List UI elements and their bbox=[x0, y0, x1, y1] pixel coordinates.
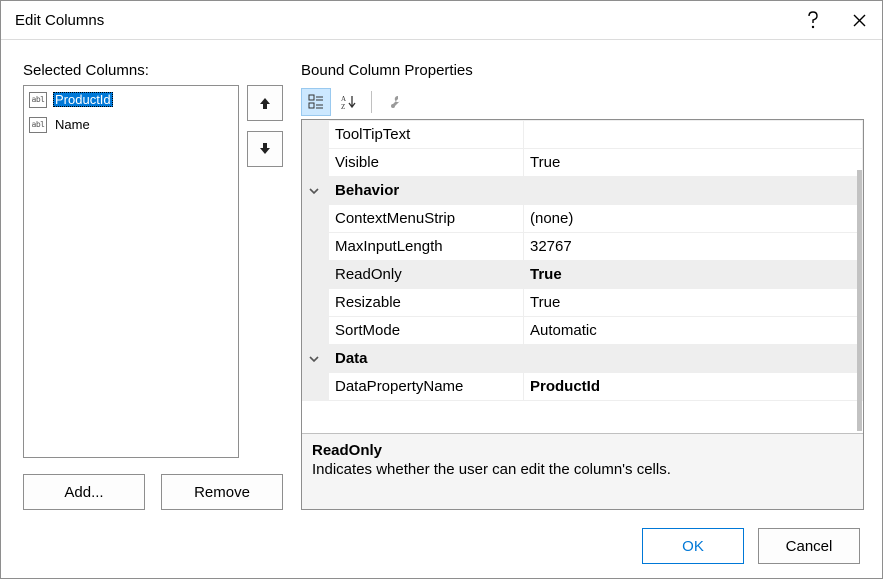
property-name: DataPropertyName bbox=[329, 373, 524, 401]
column-item-label: Name bbox=[53, 117, 92, 132]
category-behavior[interactable]: Behavior bbox=[303, 177, 863, 205]
property-value[interactable]: (none) bbox=[524, 205, 863, 233]
close-icon bbox=[853, 14, 866, 27]
property-row-contextmenustrip[interactable]: ContextMenuStrip(none) bbox=[303, 205, 863, 233]
property-row-maxinputlength[interactable]: MaxInputLength32767 bbox=[303, 233, 863, 261]
move-up-button[interactable] bbox=[247, 85, 283, 121]
chevron-down-icon bbox=[309, 354, 319, 364]
chevron-down-icon bbox=[309, 186, 319, 196]
selected-columns-label: Selected Columns: bbox=[23, 62, 283, 79]
property-name: MaxInputLength bbox=[329, 233, 524, 261]
sort-az-icon: A Z bbox=[340, 94, 356, 110]
property-row-resizable[interactable]: ResizableTrue bbox=[303, 289, 863, 317]
remove-button[interactable]: Remove bbox=[161, 474, 283, 510]
property-name: ReadOnly bbox=[329, 261, 524, 289]
selected-columns-listbox[interactable]: abl ProductId abl Name bbox=[23, 85, 239, 458]
column-item-productid[interactable]: abl ProductId bbox=[25, 87, 237, 112]
column-item-label: ProductId bbox=[53, 92, 113, 107]
textbox-column-icon: abl bbox=[29, 117, 47, 133]
help-icon bbox=[806, 11, 820, 29]
help-button[interactable] bbox=[790, 1, 836, 39]
move-down-button[interactable] bbox=[247, 131, 283, 167]
categorized-icon bbox=[308, 94, 324, 110]
cancel-button[interactable]: Cancel bbox=[758, 528, 860, 564]
property-grid[interactable]: ToolTipTextVisibleTrueBehaviorContextMen… bbox=[302, 120, 863, 433]
property-name: Visible bbox=[329, 149, 524, 177]
toolbar-separator bbox=[371, 91, 372, 113]
property-row-datapropertyname[interactable]: DataPropertyNameProductId bbox=[303, 373, 863, 401]
column-item-name[interactable]: abl Name bbox=[25, 112, 237, 137]
property-name: ToolTipText bbox=[329, 121, 524, 149]
arrow-up-icon bbox=[258, 96, 272, 110]
ok-button[interactable]: OK bbox=[642, 528, 744, 564]
propertygrid-toolbar: A Z bbox=[301, 85, 864, 119]
property-value[interactable]: 32767 bbox=[524, 233, 863, 261]
property-value[interactable]: True bbox=[524, 149, 863, 177]
add-button[interactable]: Add... bbox=[23, 474, 145, 510]
property-row-readonly[interactable]: ReadOnlyTrue bbox=[303, 261, 863, 289]
categorized-view-button[interactable] bbox=[301, 88, 331, 116]
category-label: Data bbox=[329, 345, 863, 373]
arrow-down-icon bbox=[258, 142, 272, 156]
property-row-sortmode[interactable]: SortModeAutomatic bbox=[303, 317, 863, 345]
close-button[interactable] bbox=[836, 1, 882, 39]
property-row-visible[interactable]: VisibleTrue bbox=[303, 149, 863, 177]
property-value[interactable]: ProductId bbox=[524, 373, 863, 401]
property-pages-button[interactable] bbox=[380, 88, 410, 116]
property-description-pane: ReadOnly Indicates whether the user can … bbox=[302, 433, 863, 509]
property-value[interactable]: True bbox=[524, 261, 863, 289]
property-value[interactable] bbox=[524, 121, 863, 149]
property-row-tooltiptext[interactable]: ToolTipText bbox=[303, 121, 863, 149]
properties-heading: Bound Column Properties bbox=[301, 62, 864, 79]
property-value[interactable]: Automatic bbox=[524, 317, 863, 345]
property-name: Resizable bbox=[329, 289, 524, 317]
property-name: ContextMenuStrip bbox=[329, 205, 524, 233]
expand-toggle[interactable] bbox=[303, 177, 329, 205]
category-data[interactable]: Data bbox=[303, 345, 863, 373]
svg-text:A: A bbox=[341, 95, 346, 103]
property-value[interactable]: True bbox=[524, 289, 863, 317]
titlebar: Edit Columns bbox=[1, 1, 882, 40]
category-label: Behavior bbox=[329, 177, 863, 205]
selected-columns-panel: Selected Columns: abl ProductId abl Name Ad… bbox=[23, 62, 283, 510]
description-text: Indicates whether the user can edit the … bbox=[312, 461, 853, 478]
property-name: SortMode bbox=[329, 317, 524, 345]
window-title: Edit Columns bbox=[15, 12, 104, 29]
scrollbar-thumb[interactable] bbox=[857, 170, 862, 431]
properties-panel: Bound Column Properties A Z bbox=[301, 62, 864, 510]
wrench-icon bbox=[387, 94, 403, 110]
edit-columns-dialog: Edit Columns Selected Columns: abl Produc… bbox=[0, 0, 883, 579]
svg-text:Z: Z bbox=[341, 103, 345, 110]
dialog-footer: OK Cancel bbox=[642, 528, 860, 564]
description-property-name: ReadOnly bbox=[312, 442, 853, 459]
textbox-column-icon: abl bbox=[29, 92, 47, 108]
alphabetical-view-button[interactable]: A Z bbox=[333, 88, 363, 116]
expand-toggle[interactable] bbox=[303, 345, 329, 373]
